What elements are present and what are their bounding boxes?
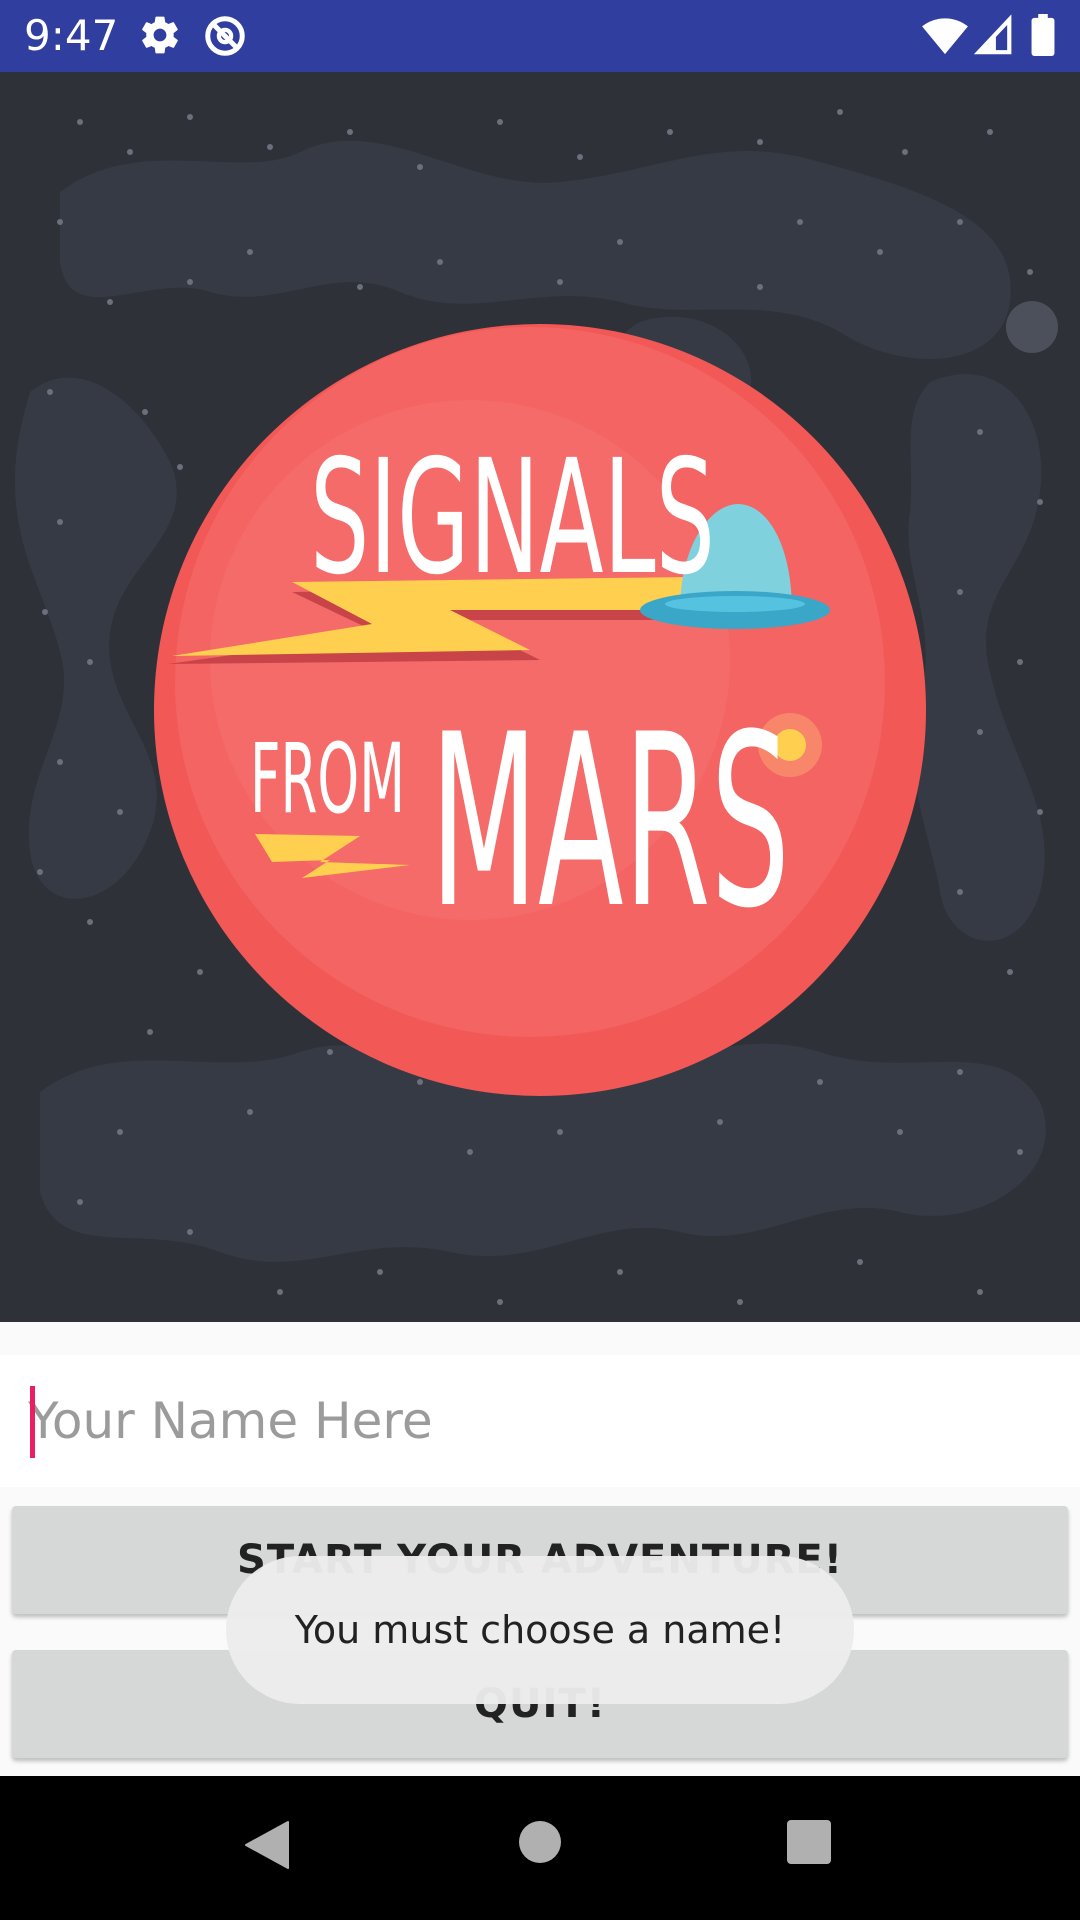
recents-icon[interactable]: [787, 1820, 831, 1869]
title-mars: MARS: [430, 684, 790, 961]
text-caret: [30, 1386, 35, 1458]
navigation-bar: [0, 1776, 1080, 1920]
name-field[interactable]: [0, 1355, 1080, 1487]
gear-icon: [138, 13, 182, 62]
title-from: FROM: [250, 723, 405, 835]
title-signals: SIGNALS: [310, 426, 715, 610]
data-saver-icon: [202, 13, 248, 64]
hero-illustration: SIGNALS FROM MARS: [0, 72, 1080, 1322]
signal-icon: [973, 14, 1014, 61]
toast-message: You must choose a name!: [226, 1556, 854, 1704]
battery-icon: [1031, 14, 1055, 61]
home-icon[interactable]: [518, 1820, 562, 1869]
name-input[interactable]: [28, 1367, 1048, 1475]
status-bar: 9:47: [0, 0, 1080, 72]
back-icon[interactable]: [244, 1820, 290, 1875]
status-time: 9:47: [24, 11, 119, 60]
wifi-icon: [922, 14, 968, 61]
